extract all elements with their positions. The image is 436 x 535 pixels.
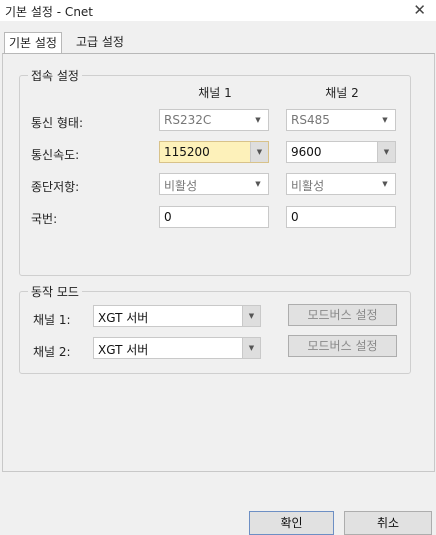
baud-rate-ch1-select[interactable]: 115200 ▼: [159, 141, 269, 163]
station-number-ch1-input[interactable]: 0: [159, 206, 269, 228]
chevron-down-icon: ▼: [242, 338, 260, 358]
select-value: RS232C: [164, 113, 212, 127]
tab-strip: 기본 설정 고급 설정: [0, 21, 436, 54]
comm-type-ch1-select[interactable]: RS232C ▼: [159, 109, 269, 131]
operation-mode-group: 동작 모드 채널 1: XGT 서버 ▼ 모드버스 설정 채널 2: XGT 서…: [19, 283, 411, 374]
group-title: 동작 모드: [28, 283, 82, 300]
termination-label: 종단저항:: [31, 180, 80, 194]
tab-advanced-settings[interactable]: 고급 설정: [72, 32, 128, 52]
termination-ch1-select[interactable]: 비활성 ▼: [159, 173, 269, 195]
select-value: 115200: [164, 145, 210, 159]
input-value: 0: [291, 210, 299, 224]
operation-mode-ch2-select[interactable]: XGT 서버 ▼: [93, 337, 261, 359]
operation-mode-ch1-select[interactable]: XGT 서버 ▼: [93, 305, 261, 327]
chevron-down-icon: ▼: [377, 142, 395, 162]
close-icon[interactable]: ✕: [413, 0, 426, 20]
chevron-down-icon: ▼: [242, 306, 260, 326]
comm-type-ch2-select[interactable]: RS485 ▼: [286, 109, 396, 131]
select-value: RS485: [291, 113, 330, 127]
station-number-label: 국번:: [31, 212, 58, 226]
select-value: XGT 서버: [98, 343, 149, 357]
chevron-down-icon: ▼: [255, 180, 261, 188]
baud-rate-label: 통신속도:: [31, 148, 80, 162]
title-bar: 기본 설정 - Cnet ✕: [0, 0, 436, 21]
connection-settings-group: 접속 설정 채널 1 채널 2 통신 형태: RS232C ▼ RS485 ▼ …: [19, 67, 411, 276]
group-title: 접속 설정: [28, 67, 82, 84]
station-number-ch2-input[interactable]: 0: [286, 206, 396, 228]
termination-ch2-select[interactable]: 비활성 ▼: [286, 173, 396, 195]
chevron-down-icon: ▼: [250, 142, 268, 162]
tab-basic-settings[interactable]: 기본 설정: [4, 32, 62, 54]
select-value: 비활성: [164, 179, 198, 193]
modbus-settings-ch1-button[interactable]: 모드버스 설정: [288, 304, 397, 326]
cancel-button[interactable]: 취소: [344, 511, 432, 535]
baud-rate-ch2-select[interactable]: 9600 ▼: [286, 141, 396, 163]
operation-channel-1-label: 채널 1:: [33, 313, 71, 327]
window-title: 기본 설정 - Cnet: [5, 5, 94, 19]
select-value: 비활성: [291, 179, 325, 193]
input-value: 0: [164, 210, 172, 224]
chevron-down-icon: ▼: [382, 180, 388, 188]
tab-panel: 접속 설정 채널 1 채널 2 통신 형태: RS232C ▼ RS485 ▼ …: [2, 53, 435, 472]
column-header-channel-2: 채널 2: [325, 86, 359, 100]
chevron-down-icon: ▼: [255, 116, 261, 124]
column-header-channel-1: 채널 1: [198, 86, 232, 100]
chevron-down-icon: ▼: [382, 116, 388, 124]
modbus-settings-ch2-button[interactable]: 모드버스 설정: [288, 335, 397, 357]
select-value: 9600: [291, 145, 322, 159]
select-value: XGT 서버: [98, 311, 149, 325]
operation-channel-2-label: 채널 2:: [33, 345, 71, 359]
comm-type-label: 통신 형태:: [31, 116, 84, 130]
ok-button[interactable]: 확인: [249, 511, 334, 535]
